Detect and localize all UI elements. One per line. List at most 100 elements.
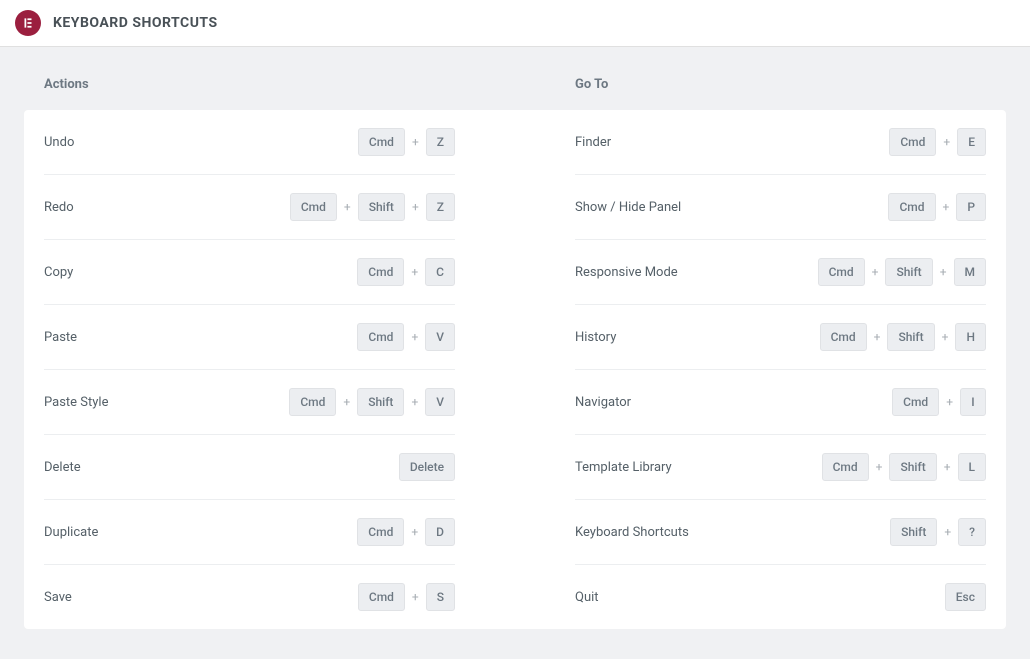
shortcut-label: Undo [44, 135, 74, 150]
keyboard-key: D [425, 518, 455, 546]
keyboard-key: Cmd [822, 453, 869, 481]
shortcut-row: Paste StyleCmd+Shift+V [44, 370, 455, 435]
keyboard-key: Esc [945, 583, 986, 611]
keyboard-key: P [956, 193, 986, 221]
shortcut-label: Save [44, 590, 72, 605]
key-separator: + [412, 590, 419, 604]
shortcut-row: Quit Esc [575, 565, 986, 629]
keyboard-key: Cmd [889, 128, 936, 156]
shortcut-row: Keyboard Shortcuts Shift+? [575, 500, 986, 565]
shortcut-keys: Cmd+C [357, 258, 455, 286]
shortcut-label: Duplicate [44, 525, 98, 540]
keyboard-key: Cmd [892, 388, 939, 416]
keyboard-key: M [954, 258, 987, 286]
key-separator: + [344, 200, 351, 214]
shortcut-keys: Esc [945, 583, 986, 611]
dialog-header: KEYBOARD SHORTCUTS [0, 0, 1030, 47]
shortcut-keys: Cmd + D [357, 518, 455, 546]
column-goto-header: Go To [555, 77, 1006, 110]
key-separator: + [874, 330, 881, 344]
key-separator: + [940, 265, 947, 279]
key-separator: + [946, 395, 953, 409]
shortcut-keys: Cmd+Shift+Z [290, 193, 455, 221]
shortcut-row: Template LibraryCmd+Shift+L [575, 435, 986, 500]
shortcut-row: Copy Cmd+C [44, 240, 455, 305]
keyboard-key: S [426, 583, 455, 611]
key-separator: + [876, 460, 883, 474]
shortcuts-column-actions: UndoCmd+ZRedoCmd+Shift+ZCopyCmd+CPasteCm… [24, 110, 475, 629]
shortcut-row: HistoryCmd+Shift+H [575, 305, 986, 370]
shortcut-keys: Cmd+Shift+L [822, 453, 986, 481]
shortcut-label: Paste [44, 330, 77, 345]
shortcut-label: Show / Hide Panel [575, 200, 681, 215]
keyboard-key: Cmd [357, 323, 404, 351]
shortcut-keys: Cmd+I [892, 388, 986, 416]
shortcut-keys: Cmd+Shift+V [289, 388, 455, 416]
keyboard-key: Cmd [357, 258, 404, 286]
keyboard-key: V [425, 323, 455, 351]
key-separator: + [412, 135, 419, 149]
keyboard-key: ? [958, 518, 986, 546]
keyboard-key: Z [426, 193, 455, 221]
keyboard-key: Shift [358, 193, 405, 221]
shortcut-label: History [575, 330, 616, 345]
shortcut-keys: Delete [399, 453, 455, 481]
key-separator: + [411, 330, 418, 344]
shortcut-row: Show / Hide Panel Cmd + P [575, 175, 986, 240]
key-separator: + [944, 460, 951, 474]
keyboard-key: Shift [889, 453, 936, 481]
shortcut-label: Responsive Mode [575, 265, 678, 280]
keyboard-key: Cmd [820, 323, 867, 351]
shortcut-keys: Cmd + P [888, 193, 986, 221]
shortcut-row: Responsive Mode Cmd + Shift + M [575, 240, 986, 305]
keyboard-key: Shift [357, 388, 404, 416]
shortcut-row: Finder Cmd + E [575, 110, 986, 175]
shortcut-row: NavigatorCmd+I [575, 370, 986, 435]
shortcut-label: Keyboard Shortcuts [575, 525, 689, 540]
keyboard-key: Cmd [888, 193, 935, 221]
shortcut-label: Quit [575, 590, 599, 605]
shortcut-row: Paste Cmd + V [44, 305, 455, 370]
keyboard-key: Cmd [358, 583, 405, 611]
key-separator: + [943, 200, 950, 214]
keyboard-key: Cmd [818, 258, 865, 286]
keyboard-key: Z [426, 128, 455, 156]
keyboard-key: V [425, 388, 455, 416]
keyboard-key: Cmd [357, 518, 404, 546]
shortcut-row: Duplicate Cmd + D [44, 500, 455, 565]
section-title-actions: Actions [24, 77, 475, 92]
shortcut-keys: Cmd + E [889, 128, 986, 156]
shortcut-label: Delete [44, 460, 81, 475]
shortcut-keys: Cmd+Shift+H [820, 323, 986, 351]
shortcuts-column-goto: Finder Cmd + E Show / Hide Panel Cmd + P Respons… [555, 110, 1006, 629]
key-separator: + [411, 525, 418, 539]
shortcut-keys: Cmd + S [358, 583, 455, 611]
shortcut-row: Save Cmd + S [44, 565, 455, 629]
shortcut-keys: Cmd + Shift + M [818, 258, 986, 286]
shortcut-label: Copy [44, 265, 73, 280]
keyboard-key: Cmd [289, 388, 336, 416]
keyboard-key: C [425, 258, 455, 286]
shortcut-row: Undo Cmd + Z [44, 110, 455, 175]
shortcut-row: Delete Delete [44, 435, 455, 500]
shortcut-label: Navigator [575, 395, 631, 410]
keyboard-key: Shift [887, 323, 934, 351]
shortcut-label: Redo [44, 200, 74, 215]
keyboard-key: Cmd [290, 193, 337, 221]
keyboard-key: Cmd [358, 128, 405, 156]
keyboard-key: Shift [890, 518, 937, 546]
shortcut-keys: Cmd + Z [358, 128, 455, 156]
content-area: Actions Go To Undo Cmd + Z Redo Cmd + Shift + Z Co… [0, 47, 1030, 659]
shortcut-keys: Shift+? [890, 518, 986, 546]
key-separator: + [343, 395, 350, 409]
keyboard-key: Delete [399, 453, 455, 481]
shortcut-label: Template Library [575, 460, 672, 475]
shortcut-keys: Cmd + V [357, 323, 455, 351]
elementor-logo-icon [15, 10, 41, 36]
key-separator: + [872, 265, 879, 279]
keyboard-key: E [957, 128, 986, 156]
dialog-title: KEYBOARD SHORTCUTS [53, 15, 218, 31]
key-separator: + [943, 135, 950, 149]
keyboard-key: Shift [885, 258, 932, 286]
shortcut-label: Finder [575, 135, 611, 150]
